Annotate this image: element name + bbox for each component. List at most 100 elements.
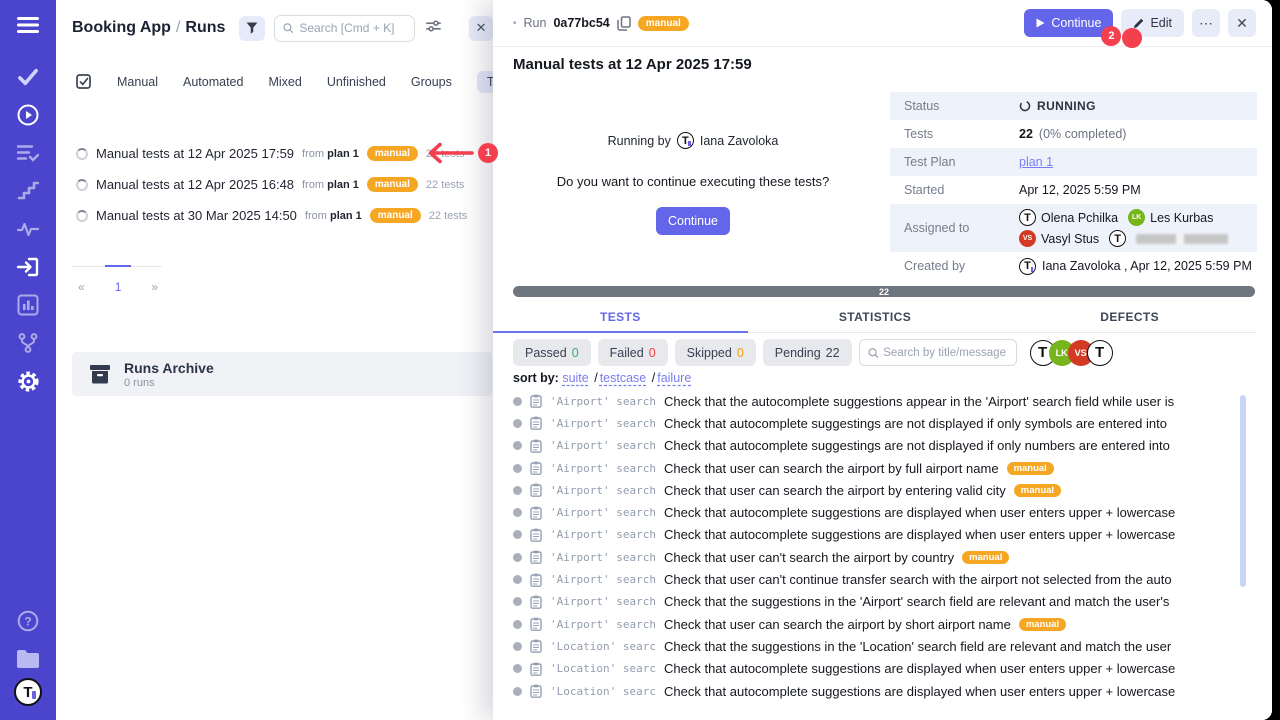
clipboard-icon [530,394,542,408]
view-settings-icon[interactable] [426,19,441,38]
branch-icon[interactable] [0,324,56,362]
archive-title: Runs Archive [124,360,214,376]
run-detail-tab[interactable]: TESTS [493,302,748,332]
runs-tab[interactable]: Automated [183,75,243,89]
run-list-item[interactable]: Manual tests at 12 Apr 2025 16:48 from p… [56,169,493,200]
test-row[interactable]: 'Airport' search… Check that autocomplet… [513,412,1237,434]
test-plan-link[interactable]: plan 1 [1019,155,1053,169]
test-title: Check that autocomplete suggestings are … [664,416,1167,431]
test-row[interactable]: 'Airport' search… Check that user can se… [513,479,1237,501]
test-suite-label: 'Airport' search… [550,462,656,475]
runs-archive[interactable]: Runs Archive 0 runs [72,352,492,396]
result-filter-chip[interactable]: Skipped 0 [675,339,756,366]
pagination: « 1 » [72,278,164,296]
test-status-icon [513,620,522,629]
close-run-button[interactable]: ✕ [1228,9,1256,37]
bar-chart-icon[interactable] [0,286,56,324]
test-row[interactable]: 'Location' searc… Check that autocomplet… [513,658,1237,680]
test-suite-label: 'Airport' search… [550,439,656,452]
run-detail-tab[interactable]: STATISTICS [748,302,1003,332]
select-all-icon[interactable] [76,74,92,90]
more-button[interactable]: ⋯ [1192,9,1220,37]
test-list-scrollbar[interactable] [1240,395,1246,587]
test-row[interactable]: 'Airport' search… Check that user can't … [513,568,1237,590]
test-title: Check that user can't continue transfer … [664,572,1172,587]
test-title: Check that autocomplete suggestings are … [664,438,1170,453]
funnel-icon [245,21,259,35]
detail-row-tests: Tests 22(0% completed) [890,120,1257,148]
assignee: T [1109,230,1228,247]
test-row[interactable]: 'Location' searc… Check that the suggest… [513,635,1237,657]
test-row[interactable]: 'Location' searc… Check that autocomplet… [513,680,1237,702]
test-row[interactable]: 'Airport' search… Check that autocomplet… [513,501,1237,523]
gear-icon[interactable] [0,362,56,400]
tests-search-input[interactable] [883,347,1007,359]
runs-search-input[interactable] [299,21,406,35]
next-page-button[interactable]: » [145,278,164,296]
test-title: Check that user can't search the airport… [664,550,954,565]
test-row[interactable]: 'Airport' search… Check that user can't … [513,546,1237,568]
assignee-name: Olena Pchilka [1041,211,1118,225]
continue-cta-button[interactable]: Continue [656,207,730,235]
test-status-icon [513,553,522,562]
test-suite-label: 'Airport' search… [550,573,656,586]
list-check-icon[interactable] [0,134,56,172]
continue-button[interactable]: Continue 2 [1024,9,1113,37]
prev-page-button[interactable]: « [72,278,91,296]
redacted-name [1136,234,1228,244]
assignee-avatar-stack[interactable]: T LK VS T [1030,340,1113,366]
tests-search[interactable] [859,339,1017,366]
detail-row-plan: Test Plan plan 1 [890,148,1257,176]
runner-name: Iana Zavoloka [700,134,779,148]
result-filter-chip[interactable]: Failed 0 [598,339,668,366]
sign-in-icon[interactable] [0,248,56,286]
sort-link[interactable]: failure [650,371,692,385]
test-row[interactable]: 'Airport' search… Check that user can se… [513,457,1237,479]
breadcrumb-page: Runs [185,19,225,36]
manual-badge: manual [370,208,421,223]
check-icon[interactable] [0,58,56,96]
test-row[interactable]: 'Airport' search… Check that the autocom… [513,390,1237,412]
copy-icon[interactable] [617,16,631,31]
help-icon[interactable]: ? [0,602,56,640]
test-row[interactable]: 'Airport' search… Check that autocomplet… [513,524,1237,546]
test-title: Check that the suggestions in the 'Airpo… [664,594,1169,609]
runs-tab[interactable]: Groups [411,75,452,89]
result-filter-chip[interactable]: Pending 22 [763,339,852,366]
test-status-icon [513,687,522,696]
result-filter-chip[interactable]: Passed 0 [513,339,591,366]
play-circle-icon[interactable] [0,96,56,134]
stack-avatar[interactable]: T [1087,340,1113,366]
test-row[interactable]: 'Airport' search… Check that autocomplet… [513,435,1237,457]
runs-tab[interactable]: Mixed [268,75,301,89]
steps-icon[interactable] [0,172,56,210]
filter-count: 0 [649,346,656,360]
breadcrumb-project[interactable]: Booking App [72,19,171,36]
test-status-icon [513,597,522,606]
close-panel-button[interactable]: ✕ [469,16,493,41]
runs-search[interactable] [274,15,415,42]
test-title: Check that autocomplete suggestions are … [664,527,1175,542]
runs-tab[interactable]: Manual [117,75,158,89]
user-avatar[interactable]: T [14,678,42,706]
menu-icon[interactable] [0,0,56,50]
pagination-indicator [72,266,162,267]
sort-link[interactable]: testcase [592,371,646,385]
pulse-icon[interactable] [0,210,56,248]
runs-tab[interactable]: Unfinished [327,75,386,89]
test-status-icon [513,419,522,428]
test-row[interactable]: 'Airport' search… Check that the suggest… [513,591,1237,613]
detail-row-started: Started Apr 12, 2025 5:59 PM [890,176,1257,204]
close-icon: ✕ [1236,15,1248,32]
filter-button[interactable] [239,16,265,41]
sort-link[interactable]: suite [562,371,588,385]
folder-icon[interactable] [0,640,56,678]
run-status-icon [76,148,88,160]
run-detail-tab[interactable]: DEFECTS [1002,302,1257,332]
clipboard-icon [530,416,542,430]
current-page[interactable]: 1 [109,278,128,296]
run-list-item[interactable]: Manual tests at 30 Mar 2025 14:50 from p… [56,200,493,231]
clipboard-icon [530,684,542,698]
creator-avatar: T [1019,258,1036,275]
test-row[interactable]: 'Airport' search… Check that user can se… [513,613,1237,635]
